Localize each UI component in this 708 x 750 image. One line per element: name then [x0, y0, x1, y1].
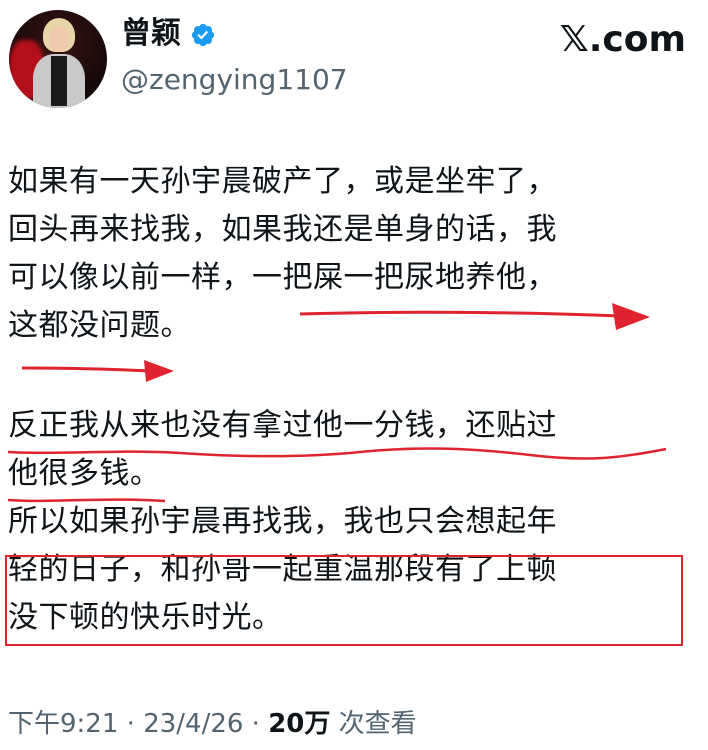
meta-separator: · [243, 709, 269, 739]
x-logo: 𝕏.com [559, 19, 686, 60]
tweet-meta: 下午9:21 · 23/4/26 · 20万 次查看 [8, 704, 417, 744]
tweet-line: 可以像以前一样，一把屎一把尿地养他， [8, 260, 557, 295]
tweet-text: 如果有一天孙宇晨破产了，或是坐牢了， 回头再来找我，如果我还是单身的话，我 可以… [8, 158, 698, 642]
tweet-line: 回头再来找我，如果我还是单身的话，我 [8, 212, 557, 247]
avatar-inner [51, 56, 67, 106]
tweet-line: 他很多钱。 [8, 456, 161, 491]
view-label: 次查看 [330, 709, 417, 739]
user-handle[interactable]: @zengying1107 [121, 60, 348, 100]
avatar-face [49, 26, 69, 52]
view-count: 20万 [268, 709, 331, 739]
avatar[interactable] [9, 10, 107, 108]
tweet-line: 这都没问题。 [8, 308, 191, 343]
tweet-line: 没下顿的快乐时光。 [8, 600, 283, 635]
meta-separator: · [118, 709, 144, 739]
verified-badge-icon [191, 23, 215, 47]
tweet-line: 如果有一天孙宇晨破产了，或是坐牢了， [8, 164, 557, 199]
tweet-line: 轻的日子，和孙哥一起重温那段有了上顿 [8, 552, 557, 587]
display-name[interactable]: 曾颖 [121, 14, 181, 54]
tweet-time[interactable]: 下午9:21 [8, 709, 118, 739]
tweet-line: 反正我从来也没有拿过他一分钱，还贴过 [8, 408, 557, 443]
tweet-date[interactable]: 23/4/26 [143, 709, 243, 739]
tweet-line: 所以如果孙宇晨再找我，我也只会想起年 [8, 504, 557, 539]
